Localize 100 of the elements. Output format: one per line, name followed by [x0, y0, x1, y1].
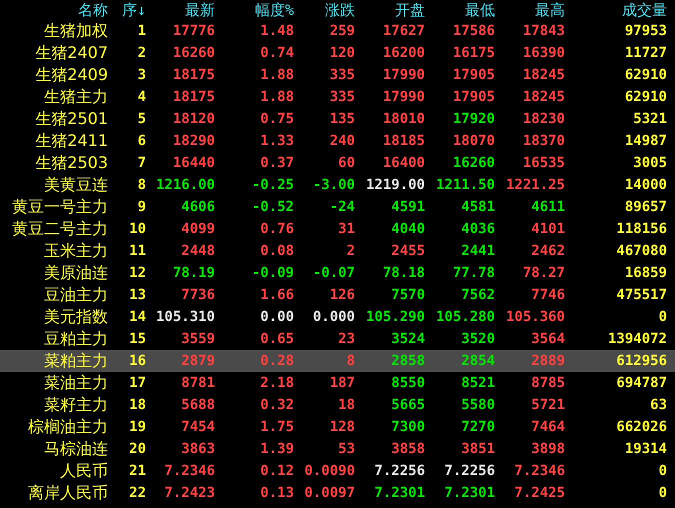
table-cell-text: 3005 — [632, 155, 667, 171]
quote-row[interactable]: 生猪加权 1 17776 1.48 259 17627 17586 17843 97953 — [0, 20, 675, 42]
column-header[interactable]: 最低 — [425, 0, 495, 20]
table-cell-text: 1.75 — [259, 419, 294, 435]
table-cell-text: 1219.00 — [364, 177, 425, 193]
table-cell-text: 7.2256 — [443, 463, 495, 479]
table-cell-text: 17990 — [382, 67, 425, 83]
table-cell-text: -24 — [328, 199, 355, 215]
table-cell-text: 0.08 — [259, 243, 294, 259]
table-cell-text: 豆粕主力 — [43, 328, 108, 350]
quote-row[interactable]: 菜籽主力 18 5688 0.32 18 5665 5580 5721 63 — [0, 394, 675, 416]
table-cell-text: 0.74 — [259, 45, 294, 61]
table-cell-text: 人民币 — [59, 460, 108, 482]
quote-row[interactable]: 黄豆二号主力 10 4099 0.76 31 4040 4036 4101 118156 — [0, 218, 675, 240]
column-header[interactable]: 成交量 — [565, 0, 667, 20]
table-cell-text: 240 — [328, 133, 355, 149]
table-cell-text: 18245 — [522, 89, 565, 105]
quote-row[interactable]: 美原油连 12 78.19 -0.09 -0.07 78.18 77.78 78.27 16859 — [0, 262, 675, 284]
table-cell-text: 78.18 — [382, 265, 425, 281]
table-cell-text: 4611 — [530, 199, 565, 215]
table-cell-text: 18370 — [522, 133, 565, 149]
table-cell-text: 0.76 — [259, 221, 294, 237]
table-cell-text: 7.2301 — [373, 485, 425, 501]
table-cell-text: 棕榈油主力 — [27, 416, 108, 438]
table-cell-text: 1221.25 — [504, 177, 565, 193]
table-cell-text: 662026 — [615, 419, 667, 435]
column-header[interactable]: 名称 — [0, 0, 108, 20]
quote-row[interactable]: 豆粕主力 15 3559 0.65 23 3524 3520 3564 1394072 — [0, 328, 675, 350]
table-cell-text: 31 — [337, 221, 355, 237]
table-cell-text: 335 — [328, 67, 355, 83]
table-cell-text: 14000 — [624, 177, 667, 193]
table-cell-text: 77.78 — [452, 265, 495, 281]
table-cell-text: 0.37 — [259, 155, 294, 171]
quote-row[interactable]: 生猪2407 2 16260 0.74 120 16200 16175 16390 11727 — [0, 42, 675, 64]
table-cell-text: 1216.00 — [154, 177, 215, 193]
table-cell-text: 8785 — [530, 375, 565, 391]
quote-row[interactable]: 人民币 21 7.2346 0.12 0.0090 7.2256 7.2256 7.2346 0 — [0, 460, 675, 482]
table-cell-text: 1.88 — [259, 67, 294, 83]
table-cell-text: 7270 — [460, 419, 495, 435]
table-cell-text: 马棕油连 — [43, 438, 108, 460]
column-header[interactable]: 最新 — [146, 0, 215, 20]
quote-row[interactable]: 生猪2409 3 18175 1.88 335 17990 17905 18245 62910 — [0, 64, 675, 86]
table-cell-text: 4606 — [180, 199, 215, 215]
table-cell-text: 7736 — [180, 287, 215, 303]
table-cell-text: 16 — [128, 353, 146, 369]
table-cell-text: 16440 — [172, 155, 215, 171]
table-cell-text: 1394072 — [606, 331, 667, 347]
quote-row[interactable]: 离岸人民币 22 7.2423 0.13 0.0097 7.2301 7.2301 7.2425 0 — [0, 482, 675, 504]
table-cell-text: 2879 — [180, 353, 215, 369]
quote-row[interactable]: 棕榈油主力 19 7454 1.75 128 7300 7270 7464 662026 — [0, 416, 675, 438]
quote-row[interactable]: 玉米主力 11 2448 0.08 2 2455 2441 2462 467080 — [0, 240, 675, 262]
table-cell-text: -0.25 — [250, 177, 294, 193]
quote-row[interactable]: 马棕油连 20 3863 1.39 53 3858 3851 3898 19314 — [0, 438, 675, 460]
table-cell-text: 7.2301 — [443, 485, 495, 501]
table-cell-text: 2.18 — [259, 375, 294, 391]
quote-row[interactable]: 生猪2503 7 16440 0.37 60 16400 16260 16535 3005 — [0, 152, 675, 174]
table-cell-text: 135 — [328, 111, 355, 127]
table-cell-text: 7.2346 — [163, 463, 215, 479]
table-cell-text: 生猪主力 — [43, 86, 108, 108]
quote-row[interactable]: 豆油主力 13 7736 1.66 126 7570 7562 7746 475517 — [0, 284, 675, 306]
quote-row[interactable]: 美元指数 14 105.310 0.00 0.000 105.290 105.280 105.360 0 — [0, 306, 675, 328]
table-cell-text: 335 — [328, 89, 355, 105]
table-cell-text: 0.32 — [259, 397, 294, 413]
table-cell-text: 3524 — [390, 331, 425, 347]
table-cell-text: 8 — [346, 353, 355, 369]
table-cell-text: 7.2346 — [513, 463, 565, 479]
table-cell-text: 0.000 — [312, 309, 355, 325]
table-cell-text: 3858 — [390, 441, 425, 457]
column-header[interactable]: 涨跌 — [294, 0, 355, 20]
table-cell-text: 7454 — [180, 419, 215, 435]
quote-row[interactable]: 美黄豆连 8 1216.00 -0.25 -3.00 1219.00 1211.50 1221.25 14000 — [0, 174, 675, 196]
table-cell-text: 8781 — [180, 375, 215, 391]
table-cell-text: 612956 — [615, 353, 667, 369]
quote-row[interactable]: 生猪主力 4 18175 1.88 335 17990 17905 18245 62910 — [0, 86, 675, 108]
table-cell-text: 17627 — [382, 23, 425, 39]
table-cell-text: 0.0097 — [303, 485, 355, 501]
table-cell-text: 89657 — [624, 199, 667, 215]
table-cell-text: 黄豆一号主力 — [11, 196, 108, 218]
table-cell-text: 53 — [337, 441, 355, 457]
table-cell-text: 18245 — [522, 67, 565, 83]
table-cell-text: 14 — [128, 309, 146, 325]
quote-row[interactable]: 菜粕主力 16 2879 0.28 8 2858 2854 2889 612956 — [0, 350, 675, 372]
quote-row[interactable]: 菜油主力 17 8781 2.18 187 8550 8521 8785 694787 — [0, 372, 675, 394]
column-header[interactable]: 序↓ — [108, 0, 146, 20]
column-header[interactable]: 幅度% — [215, 0, 294, 20]
quote-row[interactable]: 生猪2411 6 18290 1.33 240 18185 18070 18370 14987 — [0, 130, 675, 152]
table-cell-text: 16859 — [624, 265, 667, 281]
table-cell-text: 97953 — [624, 23, 667, 39]
table-cell-text: -0.07 — [312, 265, 355, 281]
quote-row[interactable]: 黄豆一号主力 9 4606 -0.52 -24 4591 4581 4611 89657 — [0, 196, 675, 218]
table-cell-text: 2 — [346, 243, 355, 259]
quote-row[interactable]: 生猪2501 5 18120 0.75 135 18010 17920 18230 5321 — [0, 108, 675, 130]
table-cell-text: 16400 — [382, 155, 425, 171]
table-cell-text: 694787 — [615, 375, 667, 391]
table-cell-text: 16260 — [172, 45, 215, 61]
table-cell-text: 17905 — [452, 67, 495, 83]
column-header[interactable]: 最高 — [495, 0, 565, 20]
column-header[interactable]: 开盘 — [355, 0, 425, 20]
table-cell-text: 19 — [128, 419, 146, 435]
table-cell-text: 4036 — [460, 221, 495, 237]
